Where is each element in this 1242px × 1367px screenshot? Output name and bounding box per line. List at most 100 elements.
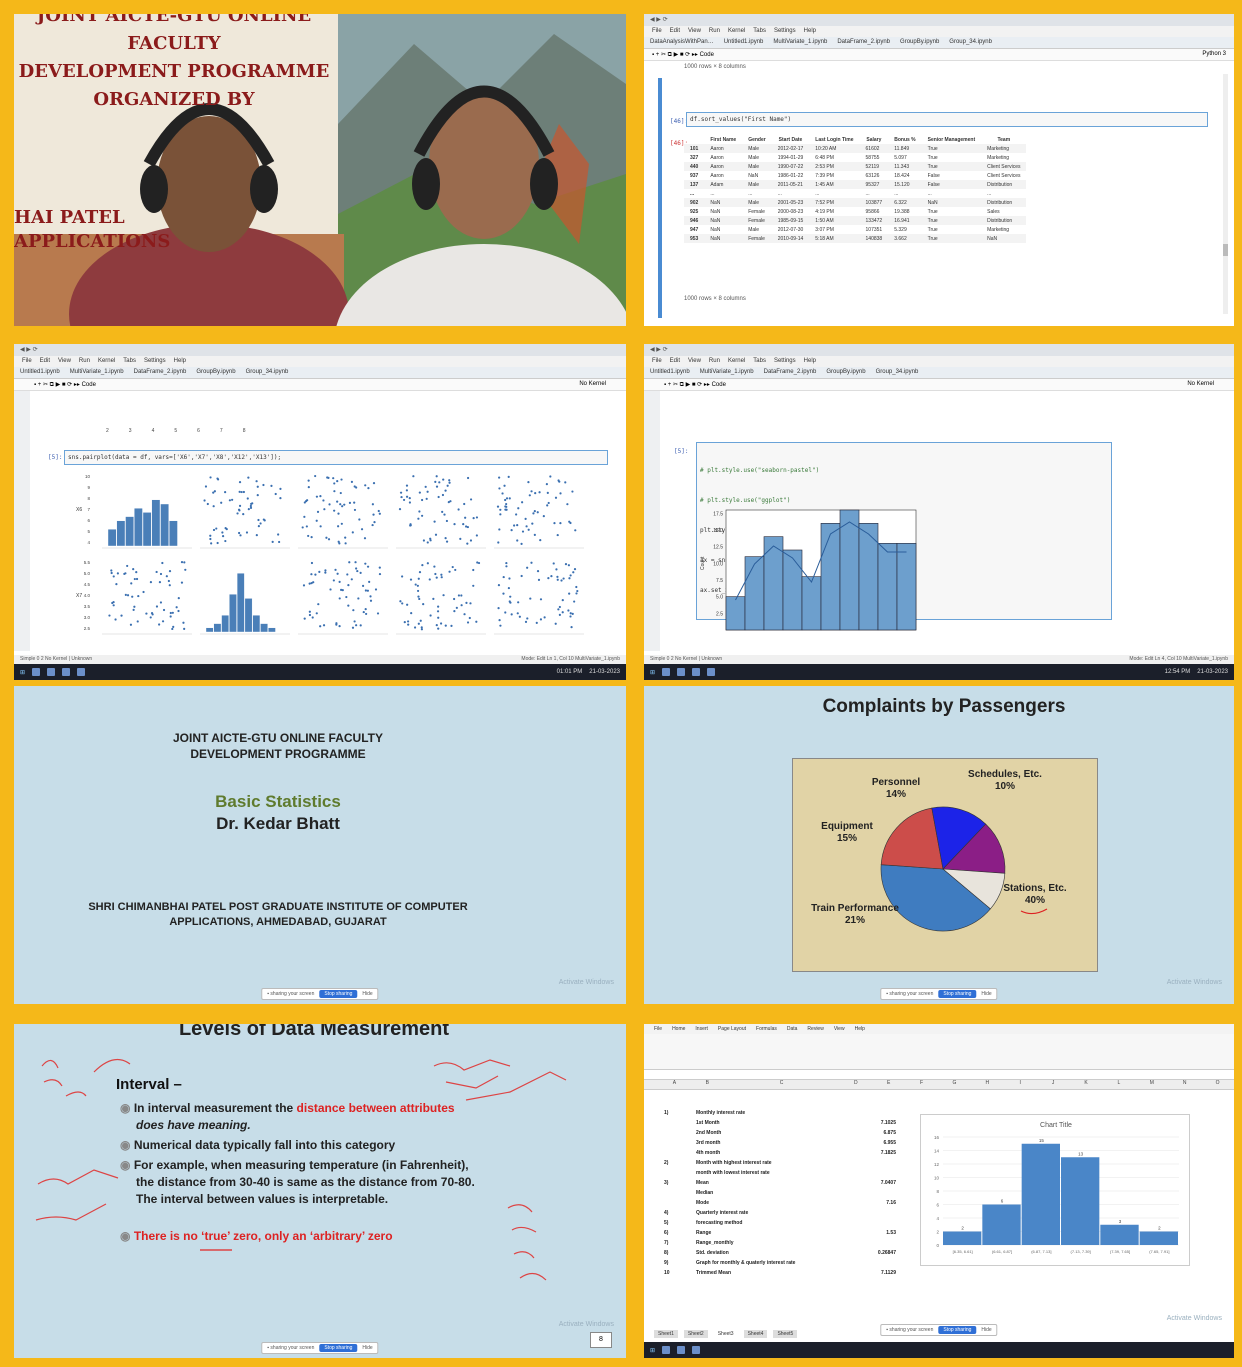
ribbon-tab[interactable]: File	[654, 1026, 662, 1032]
kernel-indicator[interactable]: Python 3	[1202, 51, 1226, 58]
sheet-cell[interactable]: Quarterly interest rate	[696, 1208, 856, 1218]
ribbon-tab[interactable]: Review	[807, 1026, 823, 1032]
sheet-cell[interactable]: Std. deviation	[696, 1248, 856, 1258]
menu-item[interactable]: Tabs	[753, 358, 766, 365]
column-header[interactable]: C	[724, 1080, 840, 1089]
sheet-cell[interactable]: 3rd month	[696, 1138, 856, 1148]
column-header[interactable]: G	[938, 1080, 971, 1089]
menu-item[interactable]: Settings	[144, 358, 166, 365]
tab-notebook[interactable]: GroupBy.ipynb	[196, 369, 235, 376]
windows-start-icon[interactable]: ⊞	[650, 669, 655, 676]
sheet-cell[interactable]	[856, 1158, 896, 1168]
sheet-cell[interactable]	[856, 1218, 896, 1228]
sheet-cell[interactable]	[856, 1208, 896, 1218]
sheet-cell[interactable]	[856, 1168, 896, 1178]
tab-notebook[interactable]: DataFrame_2.ipynb	[764, 369, 817, 376]
column-header[interactable]: I	[1004, 1080, 1037, 1089]
menu-item[interactable]: Settings	[774, 358, 796, 365]
sheet-cell[interactable]: Mode	[696, 1198, 856, 1208]
menu-item[interactable]: File	[652, 28, 662, 35]
sheet-cell[interactable]: month with lowest interest rate	[696, 1168, 856, 1178]
sheet-cell[interactable]	[856, 1108, 896, 1118]
tab-notebook[interactable]: Group_34.ipynb	[246, 369, 289, 376]
search-icon[interactable]	[32, 668, 41, 676]
tab-notebook[interactable]: Group_34.ipynb	[876, 369, 919, 376]
sheet-cell[interactable]: Trimmed Mean	[696, 1268, 856, 1278]
hide-button[interactable]: Hide	[362, 1345, 372, 1351]
tab-notebook[interactable]: MultiVariate_1.ipynb	[700, 369, 754, 376]
sheet-cell[interactable]: Mean	[696, 1178, 856, 1188]
sheet-cell[interactable]	[856, 1188, 896, 1198]
sheet-cell[interactable]: 7.0407	[856, 1178, 896, 1188]
taskbar-app-icon[interactable]	[77, 668, 86, 676]
column-header[interactable]: A	[658, 1080, 691, 1089]
tab-notebook[interactable]: DataAnalysisWithPan…	[650, 39, 714, 46]
sheet-cell[interactable]: Range	[696, 1228, 856, 1238]
sheet-tab[interactable]: Sheet4	[743, 1330, 768, 1338]
scrollbar[interactable]	[1223, 74, 1228, 314]
sheet-cell[interactable]: 1st Month	[696, 1118, 856, 1128]
menu-item[interactable]: View	[688, 28, 701, 35]
column-header[interactable]: H	[971, 1080, 1004, 1089]
taskbar-app-icon[interactable]	[62, 668, 71, 676]
sheet-cell[interactable]: 10	[664, 1268, 696, 1278]
ribbon-tab[interactable]: Home	[672, 1026, 685, 1032]
column-header[interactable]: K	[1070, 1080, 1103, 1089]
menu-item[interactable]: Run	[709, 28, 720, 35]
column-header[interactable]: B	[691, 1080, 724, 1089]
menu-item[interactable]: File	[652, 358, 662, 365]
sheet-cell[interactable]	[664, 1128, 696, 1138]
column-header[interactable]: F	[905, 1080, 938, 1089]
sheet-cell[interactable]: 2nd Month	[696, 1128, 856, 1138]
hide-button[interactable]: Hide	[981, 1327, 991, 1333]
sheet-cell[interactable]: 7.16	[856, 1198, 896, 1208]
menu-item[interactable]: Run	[79, 358, 90, 365]
kernel-indicator[interactable]: No Kernel	[579, 381, 606, 388]
menu-item[interactable]: View	[58, 358, 71, 365]
sheet-cell[interactable]: 7.1129	[856, 1268, 896, 1278]
menu-item[interactable]: Kernel	[728, 28, 745, 35]
ribbon-tab[interactable]: Data	[787, 1026, 798, 1032]
sheet-cell[interactable]: 3)	[664, 1178, 696, 1188]
code-cell[interactable]: df.sort_values("First Name")	[686, 112, 1208, 127]
tab-notebook[interactable]: GroupBy.ipynb	[900, 39, 939, 46]
sheet-cell[interactable]	[664, 1188, 696, 1198]
menu-item[interactable]: Help	[804, 358, 816, 365]
sheet-cell[interactable]	[856, 1238, 896, 1248]
kernel-indicator[interactable]: No Kernel	[1187, 381, 1214, 388]
code-cell[interactable]: sns.pairplot(data = df, vars=['X6','X7',…	[64, 450, 608, 465]
sheet-cell[interactable]: 7.1025	[856, 1118, 896, 1128]
column-header[interactable]: E	[872, 1080, 905, 1089]
stop-sharing-button[interactable]: Stop sharing	[319, 990, 358, 998]
sheet-cell[interactable]	[664, 1168, 696, 1178]
tab-notebook[interactable]: MultiVariate_1.ipynb	[70, 369, 124, 376]
search-icon[interactable]	[662, 1346, 671, 1354]
sheet-cell[interactable]: 0.26847	[856, 1248, 896, 1258]
tab-notebook[interactable]: Untitled1.ipynb	[724, 39, 764, 46]
tab-notebook[interactable]: Untitled1.ipynb	[650, 369, 690, 376]
sheet-tab[interactable]: Sheet2	[683, 1330, 708, 1338]
sheet-cell[interactable]	[856, 1258, 896, 1268]
tab-notebook[interactable]: MultiVariate_1.ipynb	[773, 39, 827, 46]
ribbon-tab[interactable]: Formulas	[756, 1026, 777, 1032]
stop-sharing-button[interactable]: Stop sharing	[319, 1344, 358, 1352]
windows-start-icon[interactable]: ⊞	[650, 1347, 655, 1354]
menu-item[interactable]: Help	[804, 28, 816, 35]
cell-type-select[interactable]: Code	[700, 52, 714, 58]
menu-item[interactable]: View	[688, 358, 701, 365]
menu-item[interactable]: Edit	[670, 358, 680, 365]
column-header[interactable]: L	[1102, 1080, 1135, 1089]
formula-bar[interactable]	[644, 1070, 1234, 1080]
menu-item[interactable]: Run	[709, 358, 720, 365]
hide-button[interactable]: Hide	[981, 991, 991, 997]
taskbar-app-icon[interactable]	[47, 668, 56, 676]
cell-type-select[interactable]: Code	[712, 382, 726, 388]
search-icon[interactable]	[662, 668, 671, 676]
excel-chart[interactable]: Chart Title 0 2 4 6 8 10 12 14 16 2 [6.35, 6.61] 6 (6…	[920, 1114, 1190, 1266]
tab-notebook[interactable]: DataFrame_2.ipynb	[134, 369, 187, 376]
sheet-cell[interactable]: 7)	[664, 1238, 696, 1248]
sheet-cell[interactable]: 6)	[664, 1228, 696, 1238]
ribbon-tab[interactable]: View	[834, 1026, 845, 1032]
sheet-cell[interactable]: 2)	[664, 1158, 696, 1168]
taskbar-app-icon[interactable]	[677, 1346, 686, 1354]
